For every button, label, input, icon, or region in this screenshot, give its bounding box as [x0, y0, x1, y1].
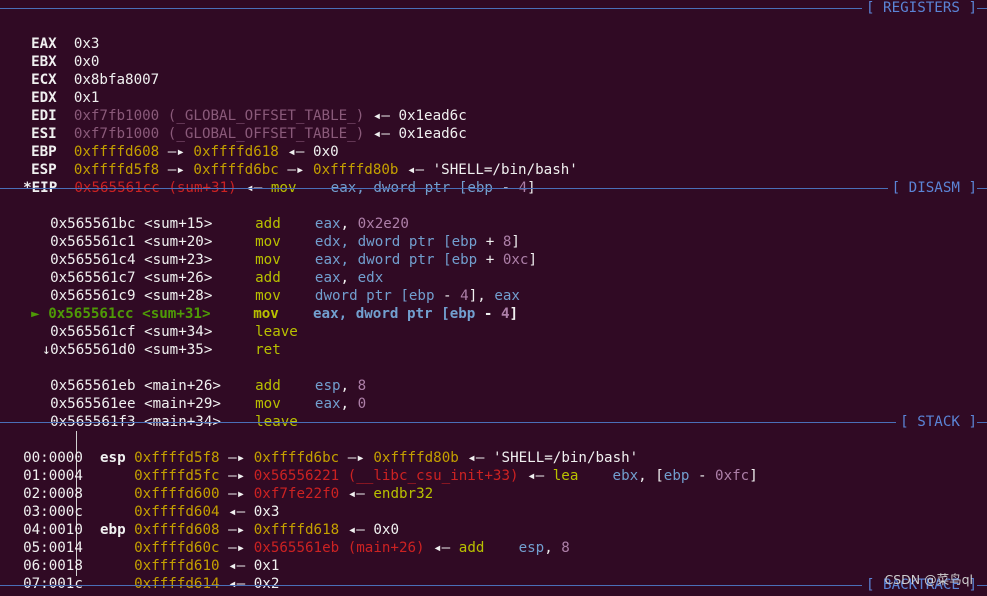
stack-row: 00:0000 esp 0xffffd5f8 —▸ 0xffffd6bc —▸ … [23, 450, 639, 466]
disasm-current-line: ► 0x565561cc <sum+31> mov eax, dword ptr… [31, 306, 519, 322]
backtrace-header: [ BACKTRACE ] [0, 577, 987, 595]
stack-header-label: [ STACK ] [896, 414, 977, 430]
disasm-line: 0x565561d0 <sum+35> ret [50, 342, 281, 358]
stack-row: 01:0004 0xffffd5fc —▸ 0x56556221 (__libc… [23, 468, 758, 484]
registers-header-label: [ REGISTERS ] [861, 0, 977, 16]
stack-row: 02:0008 0xffffd600 —▸ 0xf7fe22f0 ◂— endb… [23, 486, 434, 502]
register-ecx: ECX 0x8bfa8007 [31, 72, 160, 88]
register-eip: *EIP 0x565561cc (sum+31) ◂— mov eax, dwo… [23, 180, 536, 196]
disasm-line: 0x565561ee <main+29> mov eax, 0 [50, 396, 367, 412]
disasm-line: 0x565561bc <sum+15> add eax, 0x2e20 [50, 216, 409, 232]
register-ebp: EBP 0xffffd608 —▸ 0xffffd618 ◂— 0x0 [31, 144, 339, 160]
register-ebx: EBX 0x0 [31, 54, 100, 70]
disasm-header: [ DISASM ] [0, 180, 987, 198]
register-eax: EAX 0x3 [31, 36, 100, 52]
disasm-line: 0x565561c7 <sum+26> add eax, edx [50, 270, 384, 286]
disasm-line: 0x565561c4 <sum+23> mov eax, dword ptr [… [50, 252, 538, 268]
stack-row: 03:000c 0xffffd604 ◂— 0x3 [23, 504, 280, 520]
stack-header: [ STACK ] [0, 414, 987, 432]
disasm-line: 0x565561c1 <sum+20> mov edx, dword ptr [… [50, 234, 520, 250]
register-esp: ESP 0xffffd5f8 —▸ 0xffffd6bc —▸ 0xffffd8… [31, 162, 578, 178]
disasm-header-label: [ DISASM ] [887, 180, 977, 196]
stack-row: 04:0010 ebp 0xffffd608 —▸ 0xffffd618 ◂— … [23, 522, 399, 538]
register-edi: EDI 0xf7fb1000 (_GLOBAL_OFFSET_TABLE_) ◂… [31, 108, 467, 124]
stack-row: 05:0014 0xffffd60c —▸ 0x565561eb (main+2… [23, 540, 570, 556]
disasm-line: 0x565561c9 <sum+28> mov dword ptr [ebp -… [50, 288, 520, 304]
disasm-line: 0x565561eb <main+26> add esp, 8 [50, 378, 367, 394]
register-edx: EDX 0x1 [31, 90, 100, 106]
disasm-line: 0x565561cf <sum+34> leave [50, 324, 298, 340]
registers-header: [ REGISTERS ] [0, 0, 987, 18]
stack-row: 07:001c 0xffffd614 ◂— 0x2 [23, 576, 280, 592]
stack-row: 06:0018 0xffffd610 ◂— 0x1 [23, 558, 280, 574]
jump-arrow-icon: ↓ [42, 342, 51, 358]
disasm-line: 0x565561f3 <main+34> leave [50, 414, 298, 430]
register-esi: ESI 0xf7fb1000 (_GLOBAL_OFFSET_TABLE_) ◂… [31, 126, 467, 142]
watermark: CSDN @菜鸟ql [884, 572, 973, 587]
